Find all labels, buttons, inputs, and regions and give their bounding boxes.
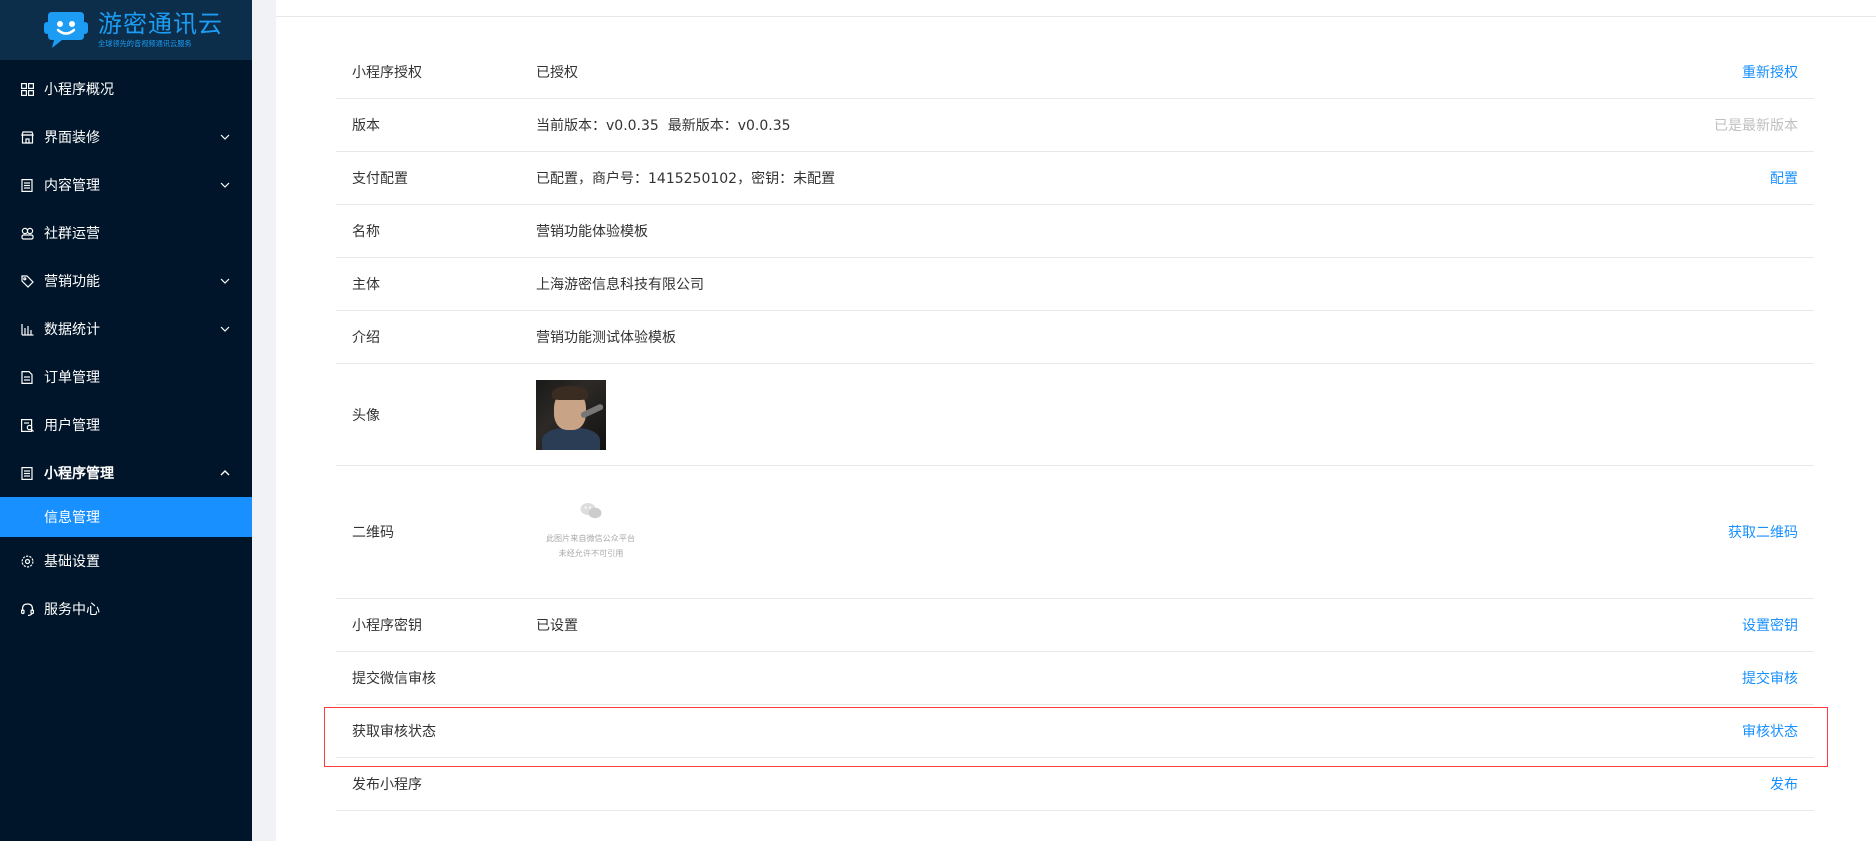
row-value: 营销功能体验模板 — [536, 224, 648, 240]
get-qrcode-link[interactable]: 获取二维码 — [1728, 522, 1814, 542]
sidebar-item-label: 数据统计 — [44, 322, 100, 338]
brand-subtitle: 全球领先的音视频通讯云服务 — [98, 39, 192, 48]
sidebar-item-settings[interactable]: 基础设置 — [0, 537, 252, 585]
sidebar-item-content[interactable]: 内容管理 — [0, 161, 252, 209]
brand-logo[interactable]: 游密通讯云 全球领先的音视频通讯云服务 — [0, 0, 252, 60]
chevron-down-icon — [220, 132, 230, 142]
sidebar-item-label: 营销功能 — [44, 274, 100, 290]
avatar — [536, 379, 606, 450]
dashboard-icon — [20, 82, 34, 96]
bar-chart-icon — [20, 322, 34, 336]
row-secret: 小程序密钥 已设置 设置密钥 — [336, 599, 1814, 652]
row-label: 二维码 — [352, 525, 394, 541]
sidebar-item-label: 内容管理 — [44, 178, 100, 194]
row-label: 小程序授权 — [352, 65, 422, 81]
submit-review-link[interactable]: 提交审核 — [1742, 668, 1814, 688]
sidebar-item-label: 界面装修 — [44, 130, 100, 146]
configure-payment-link[interactable]: 配置 — [1770, 168, 1814, 188]
row-submit-review: 提交微信审核 提交审核 — [336, 652, 1814, 705]
sidebar-subitem-label: 信息管理 — [44, 510, 100, 526]
sidebar-item-label: 基础设置 — [44, 554, 100, 570]
set-secret-link[interactable]: 设置密钥 — [1742, 615, 1814, 635]
review-status-link[interactable]: 审核状态 — [1742, 721, 1814, 741]
sidebar-item-label: 小程序概况 — [44, 82, 114, 98]
row-value: 已授权 — [536, 65, 578, 81]
row-qrcode: 二维码 此图片来自微信公众平台 未经允许不可引用 获取二维码 — [336, 466, 1814, 599]
chevron-down-icon — [220, 276, 230, 286]
brand-title: 游密通讯云 — [98, 10, 223, 38]
chevron-down-icon — [220, 180, 230, 190]
chevron-up-icon — [220, 468, 230, 478]
row-label: 提交微信审核 — [352, 671, 436, 687]
row-label: 获取审核状态 — [352, 724, 436, 740]
sidebar-item-marketing[interactable]: 营销功能 — [0, 257, 252, 305]
reauthorize-link[interactable]: 重新授权 — [1742, 62, 1814, 82]
miniprogram-icon — [20, 466, 34, 480]
user-manage-icon — [20, 418, 34, 432]
gear-icon — [20, 554, 34, 568]
sidebar-item-community[interactable]: 社群运营 — [0, 209, 252, 257]
wechat-icon — [580, 502, 602, 520]
row-version: 版本 当前版本：v0.0.35 最新版本：v0.0.35 已是最新版本 — [336, 99, 1814, 152]
document-icon — [20, 178, 34, 192]
sidebar-menu: 小程序概况 界面装修 内容管理 社群运营 营销功能 数据统计 订单管理 用户管理… — [0, 65, 252, 633]
publish-link[interactable]: 发布 — [1770, 774, 1814, 794]
sidebar-item-label: 小程序管理 — [44, 466, 114, 482]
row-label: 介绍 — [352, 330, 380, 346]
chevron-down-icon — [220, 324, 230, 334]
row-label: 发布小程序 — [352, 777, 422, 793]
sidebar-item-statistics[interactable]: 数据统计 — [0, 305, 252, 353]
row-value: 当前版本：v0.0.35 最新版本：v0.0.35 — [536, 118, 791, 134]
row-intro: 介绍 营销功能测试体验模板 — [336, 311, 1814, 364]
chat-bubble-logo-icon — [42, 10, 90, 50]
row-label: 名称 — [352, 224, 380, 240]
sidebar-item-decoration[interactable]: 界面装修 — [0, 113, 252, 161]
row-value: 上海游密信息科技有限公司 — [536, 277, 704, 293]
row-label: 小程序密钥 — [352, 618, 422, 634]
sidebar-item-label: 订单管理 — [44, 370, 100, 386]
sidebar-item-users[interactable]: 用户管理 — [0, 401, 252, 449]
qrcode-placeholder-line1: 此图片来自微信公众平台 — [546, 534, 636, 544]
top-divider — [276, 0, 1876, 17]
latest-version-status: 已是最新版本 — [1714, 118, 1798, 134]
community-icon — [20, 226, 34, 240]
row-review-status: 获取审核状态 审核状态 — [336, 705, 1814, 758]
row-label: 版本 — [352, 118, 380, 134]
sidebar: 游密通讯云 全球领先的音视频通讯云服务 小程序概况 界面装修 内容管理 社群运营… — [0, 0, 252, 841]
order-icon — [20, 370, 34, 384]
row-subject: 主体 上海游密信息科技有限公司 — [336, 258, 1814, 311]
sidebar-item-label: 用户管理 — [44, 418, 100, 434]
sidebar-item-label: 社群运营 — [44, 226, 100, 242]
main-panel: 小程序授权 已授权 重新授权 版本 当前版本：v0.0.35 最新版本：v0.0… — [276, 0, 1876, 841]
sidebar-item-overview[interactable]: 小程序概况 — [0, 65, 252, 113]
info-table: 小程序授权 已授权 重新授权 版本 当前版本：v0.0.35 最新版本：v0.0… — [336, 46, 1814, 811]
sidebar-subitem-info-management[interactable]: 信息管理 — [0, 497, 252, 537]
qrcode-placeholder: 此图片来自微信公众平台 未经允许不可引用 — [536, 502, 646, 562]
row-label: 头像 — [352, 407, 380, 424]
row-value: 已设置 — [536, 618, 578, 634]
tag-icon — [20, 274, 34, 288]
row-name: 名称 营销功能体验模板 — [336, 205, 1814, 258]
row-payment: 支付配置 已配置，商户号：1415250102，密钥：未配置 配置 — [336, 152, 1814, 205]
sidebar-item-service[interactable]: 服务中心 — [0, 585, 252, 633]
sidebar-item-miniprogram[interactable]: 小程序管理 — [0, 449, 252, 497]
headset-icon — [20, 602, 34, 616]
row-avatar: 头像 — [336, 364, 1814, 466]
row-value: 营销功能测试体验模板 — [536, 330, 676, 346]
row-publish: 发布小程序 发布 — [336, 758, 1814, 811]
row-label: 主体 — [352, 277, 380, 293]
shop-icon — [20, 130, 34, 144]
row-value: 已配置，商户号：1415250102，密钥：未配置 — [536, 171, 836, 187]
row-label: 支付配置 — [352, 171, 408, 187]
sidebar-item-label: 服务中心 — [44, 602, 100, 618]
sidebar-item-orders[interactable]: 订单管理 — [0, 353, 252, 401]
qrcode-placeholder-line2: 未经允许不可引用 — [558, 549, 624, 559]
row-auth: 小程序授权 已授权 重新授权 — [336, 46, 1814, 99]
